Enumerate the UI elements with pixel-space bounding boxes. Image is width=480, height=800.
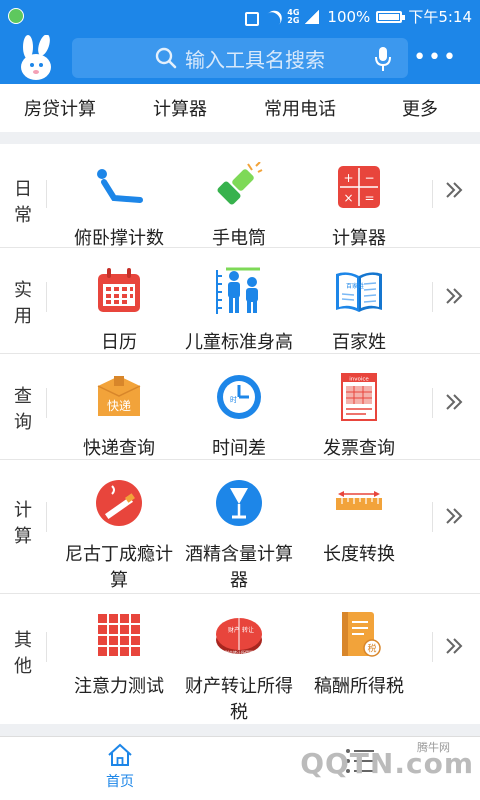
tool-surnames[interactable]: 百家姓 百家姓 <box>300 266 418 356</box>
tab-home-label: 首页 <box>106 774 134 790</box>
wechat-notification-icon <box>8 8 24 24</box>
cigarette-icon <box>96 480 142 526</box>
network-type: 4G 2G <box>287 8 300 25</box>
tool-alcohol-calculator[interactable]: 酒精含量计算器 <box>180 478 298 594</box>
quicklink-phone[interactable]: 常用电话 <box>240 95 360 121</box>
search-icon <box>155 47 177 69</box>
svg-text:+: + <box>343 171 353 185</box>
section-daily: 日常 俯卧撑计数 手电筒 + − × = 计算器 <box>0 144 480 249</box>
section-calculate: 计算 尼古丁成瘾计算 酒精含量计算器 长度转换 <box>0 460 480 594</box>
tool-time-difference[interactable]: 时 时间差 <box>180 372 298 462</box>
tool-label: 时间差 <box>212 438 266 459</box>
flashlight-icon <box>217 161 263 205</box>
bottom-nav: 首页 腾牛网 QQTN.com <box>0 736 480 800</box>
search-input[interactable]: 输入工具名搜索 <box>72 38 408 78</box>
battery-percent: 100% <box>327 7 371 26</box>
pushup-icon <box>97 169 143 203</box>
book-icon: 百家姓 <box>336 272 382 312</box>
more-icon[interactable]: ••• <box>413 47 458 69</box>
tool-flashlight[interactable]: 手电筒 <box>180 161 298 252</box>
tool-nicotine-addiction[interactable]: 尼古丁成瘾计算 <box>60 478 178 594</box>
rabbit-logo-icon[interactable] <box>14 35 58 81</box>
quicklink-mortgage[interactable]: 房贷计算 <box>0 95 120 121</box>
tool-label: 发票查询 <box>323 438 395 459</box>
tool-express-query[interactable]: 快递 快递查询 <box>60 372 178 462</box>
wine-glass-icon <box>216 480 262 526</box>
tool-invoice-query[interactable]: invoice 发票查询 <box>300 372 418 462</box>
section-query: 查询 快递 快递查询 时 时间差 invoice 发票查询 <box>0 354 480 460</box>
property-tax-icon: 财产 转让 财产转让所得税 <box>216 618 262 655</box>
status-bar: 4G 2G 100% 下午5:14 <box>0 0 480 32</box>
search-placeholder: 输入工具名搜索 <box>185 47 325 72</box>
svg-text:=: = <box>364 191 374 205</box>
home-icon <box>108 743 132 766</box>
chevron-right-double-icon[interactable] <box>442 284 466 308</box>
section-practical: 实用 日历 儿童标准身高 百家姓 百家姓 <box>0 248 480 354</box>
property-icon-text-c: 财产转让所得税 <box>225 649 253 655</box>
invoice-icon: invoice <box>341 373 377 421</box>
calendar-icon <box>98 268 140 312</box>
tool-label: 儿童标准身高 <box>185 332 293 353</box>
chevron-right-double-icon[interactable] <box>442 504 466 528</box>
property-icon-text-a: 财产 <box>228 626 240 634</box>
ruler-icon <box>336 491 382 510</box>
calculator-icon: + − × = <box>338 166 380 208</box>
section-other: 其他 注意力测试 财产 转让 财产转让所得税 财产转让所得税 税 稿酬所得税 <box>0 594 480 724</box>
tool-property-transfer-tax[interactable]: 财产 转让 财产转让所得税 财产转让所得税 <box>180 610 298 726</box>
chevron-right-double-icon[interactable] <box>442 178 466 202</box>
express-icon-text: 快递 <box>107 399 131 413</box>
tool-pushup-counter[interactable]: 俯卧撑计数 <box>60 162 178 252</box>
tool-length-conversion[interactable]: 长度转换 <box>300 478 418 568</box>
tool-royalty-tax[interactable]: 税 稿酬所得税 <box>300 610 418 700</box>
section-label: 其他 <box>14 630 32 677</box>
clock-time: 下午5:14 <box>408 8 472 26</box>
tool-label: 稿酬所得税 <box>314 676 404 697</box>
tool-child-height[interactable]: 儿童标准身高 <box>180 266 298 356</box>
tool-label: 尼古丁成瘾计算 <box>65 544 173 591</box>
tool-label: 酒精含量计算器 <box>185 544 293 591</box>
quick-links: 房贷计算 计算器 常用电话 更多 <box>0 84 480 132</box>
tool-calendar[interactable]: 日历 <box>60 266 178 356</box>
watermark-small: 腾牛网 <box>417 741 450 754</box>
chevron-right-double-icon[interactable] <box>442 634 466 658</box>
tool-label: 长度转换 <box>323 544 395 565</box>
tool-label: 百家姓 <box>332 332 386 353</box>
tool-calculator[interactable]: + − × = 计算器 <box>300 162 418 252</box>
wifi-icon <box>265 10 281 24</box>
tool-attention-test[interactable]: 注意力测试 <box>60 610 178 700</box>
express-box-icon: 快递 <box>97 376 141 416</box>
signal-icon <box>305 9 321 24</box>
tool-grid: 日常 俯卧撑计数 手电筒 + − × = 计算器 实用 日历 儿童标准身高 百家… <box>0 144 480 724</box>
microphone-icon[interactable] <box>374 46 392 72</box>
child-height-icon <box>216 267 260 314</box>
tool-label: 日历 <box>101 332 137 353</box>
attention-grid-icon <box>98 614 140 656</box>
royalty-book-icon: 税 <box>342 612 381 657</box>
tool-label: 快递查询 <box>83 438 155 459</box>
chevron-right-double-icon[interactable] <box>442 390 466 414</box>
property-icon-text-b: 转让 <box>242 626 254 634</box>
section-label: 实用 <box>14 280 32 327</box>
watermark: 腾牛网 QQTN.com <box>300 741 474 780</box>
mute-icon <box>243 10 260 26</box>
app-header: 输入工具名搜索 ••• <box>0 32 480 84</box>
svg-text:×: × <box>343 191 353 205</box>
network-2g: 2G <box>287 15 300 25</box>
tax-icon-text: 税 <box>367 643 376 655</box>
tool-label: 注意力测试 <box>74 676 164 697</box>
tool-label: 财产转让所得税 <box>185 676 293 723</box>
clock-icon: 时 <box>217 375 261 419</box>
section-label: 计算 <box>14 500 32 547</box>
clock-icon-text: 时 <box>230 395 237 404</box>
svg-text:−: − <box>364 171 374 185</box>
quicklink-more[interactable]: 更多 <box>360 95 480 121</box>
invoice-icon-text: invoice <box>349 377 369 383</box>
section-label: 查询 <box>14 386 32 433</box>
section-label: 日常 <box>14 179 32 226</box>
book-icon-text: 百家姓 <box>346 282 364 290</box>
tab-home[interactable]: 首页 <box>90 743 150 791</box>
quicklink-calculator[interactable]: 计算器 <box>120 95 240 121</box>
battery-icon <box>376 10 406 23</box>
